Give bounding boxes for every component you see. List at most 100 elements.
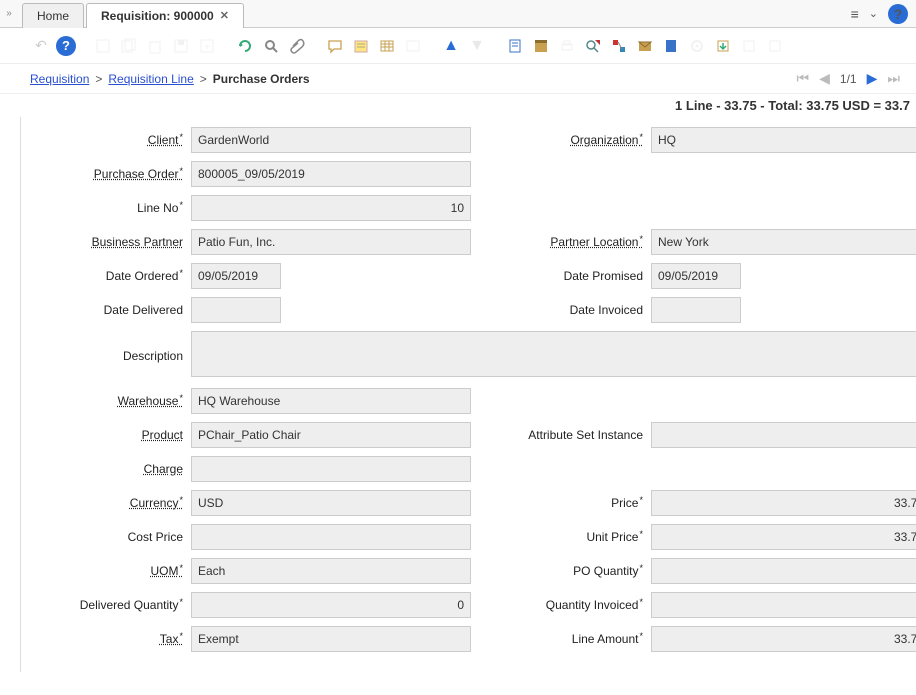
close-tab-icon[interactable]: ✕: [220, 9, 229, 22]
field-description[interactable]: [191, 331, 916, 377]
label-currency: Currency*: [51, 496, 191, 510]
import-icon[interactable]: [738, 35, 760, 57]
field-warehouse[interactable]: [191, 388, 471, 414]
report-icon[interactable]: [504, 35, 526, 57]
breadcrumb-sep: >: [200, 72, 207, 86]
label-description: Description: [51, 349, 191, 363]
tab-requisition-label: Requisition: 900000: [101, 9, 214, 23]
label-date-delivered: Date Delivered: [51, 303, 191, 317]
grid-toggle-icon[interactable]: [376, 35, 398, 57]
breadcrumb-sep: >: [95, 72, 102, 86]
pager-first-icon[interactable]: ⏮: [797, 70, 810, 87]
field-po-quantity[interactable]: [651, 558, 916, 584]
label-line-no: Line No*: [51, 201, 191, 215]
label-purchase-order: Purchase Order*: [51, 167, 191, 181]
breadcrumb-requisition-line[interactable]: Requisition Line: [108, 72, 193, 86]
field-uom[interactable]: [191, 558, 471, 584]
save-new-icon[interactable]: +: [196, 35, 218, 57]
label-qty-invoiced: Quantity Invoiced*: [511, 598, 651, 612]
search-icon[interactable]: [260, 35, 282, 57]
help-icon[interactable]: ?: [888, 4, 908, 24]
label-date-invoiced: Date Invoiced: [511, 303, 651, 317]
field-date-invoiced[interactable]: [651, 297, 741, 323]
attachment-icon[interactable]: [286, 35, 308, 57]
field-purchase-order[interactable]: [191, 161, 471, 187]
label-attr-set-instance: Attribute Set Instance: [511, 428, 651, 442]
field-date-delivered[interactable]: [191, 297, 281, 323]
process-icon[interactable]: [686, 35, 708, 57]
export-icon[interactable]: [712, 35, 734, 57]
summary-bar: 1 Line - 33.75 - Total: 33.75 USD = 33.7: [0, 93, 916, 117]
record-pager: ⏮ ◀ 1/1 ▶ ⏭: [797, 70, 906, 87]
field-business-partner[interactable]: [191, 229, 471, 255]
field-date-ordered[interactable]: [191, 263, 281, 289]
tab-home[interactable]: Home: [22, 3, 84, 28]
parent-record-icon[interactable]: ▲: [440, 35, 462, 57]
context-help-icon[interactable]: ?: [56, 36, 76, 56]
label-tax: Tax*: [51, 632, 191, 646]
pager-text: 1/1: [840, 72, 857, 86]
print-icon[interactable]: [556, 35, 578, 57]
label-product: Product: [51, 428, 191, 442]
field-partner-location[interactable]: [651, 229, 916, 255]
breadcrumb-requisition[interactable]: Requisition: [30, 72, 89, 86]
tab-home-label: Home: [37, 9, 69, 23]
pager-last-icon[interactable]: ⏭: [887, 70, 900, 87]
field-currency[interactable]: [191, 490, 471, 516]
field-line-no[interactable]: [191, 195, 471, 221]
note-icon[interactable]: [350, 35, 372, 57]
label-cost-price: Cost Price: [51, 530, 191, 544]
tab-requisition[interactable]: Requisition: 900000 ✕: [86, 3, 244, 28]
field-date-promised[interactable]: [651, 263, 741, 289]
breadcrumb-purchase-orders: Purchase Orders: [213, 72, 310, 86]
refresh-icon[interactable]: [234, 35, 256, 57]
window-controls: ≡ ⌄ ?: [851, 4, 916, 24]
field-price[interactable]: [651, 490, 916, 516]
field-delivered-qty[interactable]: [191, 592, 471, 618]
label-partner-location: Partner Location*: [511, 235, 651, 249]
pager-next-icon[interactable]: ▶: [867, 70, 878, 87]
label-business-partner: Business Partner: [51, 235, 191, 249]
expand-sidebar-icon[interactable]: »: [0, 8, 14, 19]
delete-icon[interactable]: [144, 35, 166, 57]
label-client: Client*: [51, 133, 191, 147]
field-organization[interactable]: [651, 127, 916, 153]
archive-icon[interactable]: [530, 35, 552, 57]
save-icon[interactable]: [170, 35, 192, 57]
field-product[interactable]: [191, 422, 471, 448]
label-warehouse: Warehouse*: [51, 394, 191, 408]
collapse-icon[interactable]: ⌄: [869, 7, 878, 20]
detail-record-icon[interactable]: ▼: [466, 35, 488, 57]
pager-prev-icon[interactable]: ◀: [819, 70, 830, 87]
field-charge[interactable]: [191, 456, 471, 482]
copy-icon[interactable]: [118, 35, 140, 57]
label-date-ordered: Date Ordered*: [51, 269, 191, 283]
label-date-promised: Date Promised: [511, 269, 651, 283]
label-unit-price: Unit Price*: [511, 530, 651, 544]
field-unit-price[interactable]: [651, 524, 916, 550]
menu-icon[interactable]: ≡: [851, 6, 859, 22]
chat-icon[interactable]: [324, 35, 346, 57]
field-attr-set-instance[interactable]: [651, 422, 916, 448]
zoom-across-icon[interactable]: [582, 35, 604, 57]
window-tab-bar: » Home Requisition: 900000 ✕ ≡ ⌄ ?: [0, 0, 916, 28]
request-icon[interactable]: [634, 35, 656, 57]
undo-icon[interactable]: ↶: [30, 35, 52, 57]
new-icon[interactable]: [92, 35, 114, 57]
more-icon[interactable]: [764, 35, 786, 57]
breadcrumb-row: Requisition > Requisition Line > Purchas…: [0, 64, 916, 93]
label-line-amount: Line Amount*: [511, 632, 651, 646]
label-uom: UOM*: [51, 564, 191, 578]
main-toolbar: ↶ ? + ▲ ▼: [0, 28, 916, 64]
label-delivered-qty: Delivered Quantity*: [51, 598, 191, 612]
field-cost-price[interactable]: [191, 524, 471, 550]
svg-text:+: +: [204, 42, 210, 53]
product-info-icon[interactable]: [660, 35, 682, 57]
workflow-icon[interactable]: [608, 35, 630, 57]
field-tax[interactable]: [191, 626, 471, 652]
history-icon[interactable]: [402, 35, 424, 57]
field-line-amount[interactable]: [651, 626, 916, 652]
field-client[interactable]: [191, 127, 471, 153]
field-qty-invoiced[interactable]: [651, 592, 916, 618]
label-price: Price*: [511, 496, 651, 510]
